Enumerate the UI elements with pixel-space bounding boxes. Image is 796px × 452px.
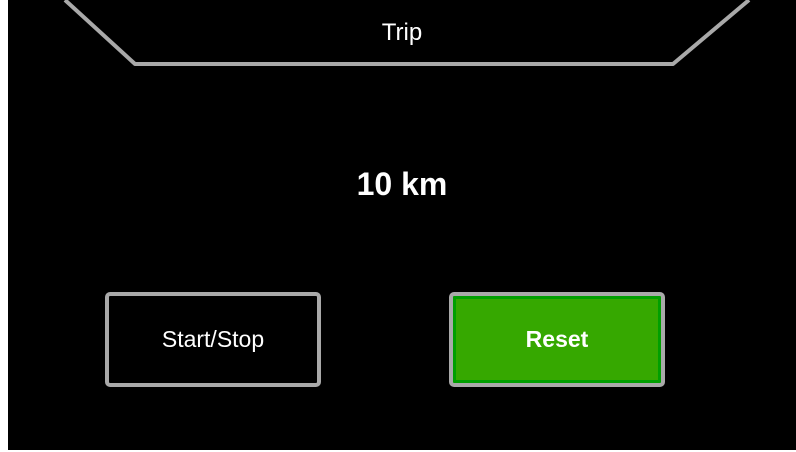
reset-button[interactable]: Reset xyxy=(449,292,665,387)
start-stop-button[interactable]: Start/Stop xyxy=(105,292,321,387)
trip-distance-value: 10 km xyxy=(356,166,448,202)
reset-button-label: Reset xyxy=(525,326,589,352)
start-stop-button-label: Start/Stop xyxy=(161,326,265,352)
page-title: Trip xyxy=(381,19,423,46)
trip-screen: Trip 10 km Start/Stop Reset xyxy=(8,0,796,450)
